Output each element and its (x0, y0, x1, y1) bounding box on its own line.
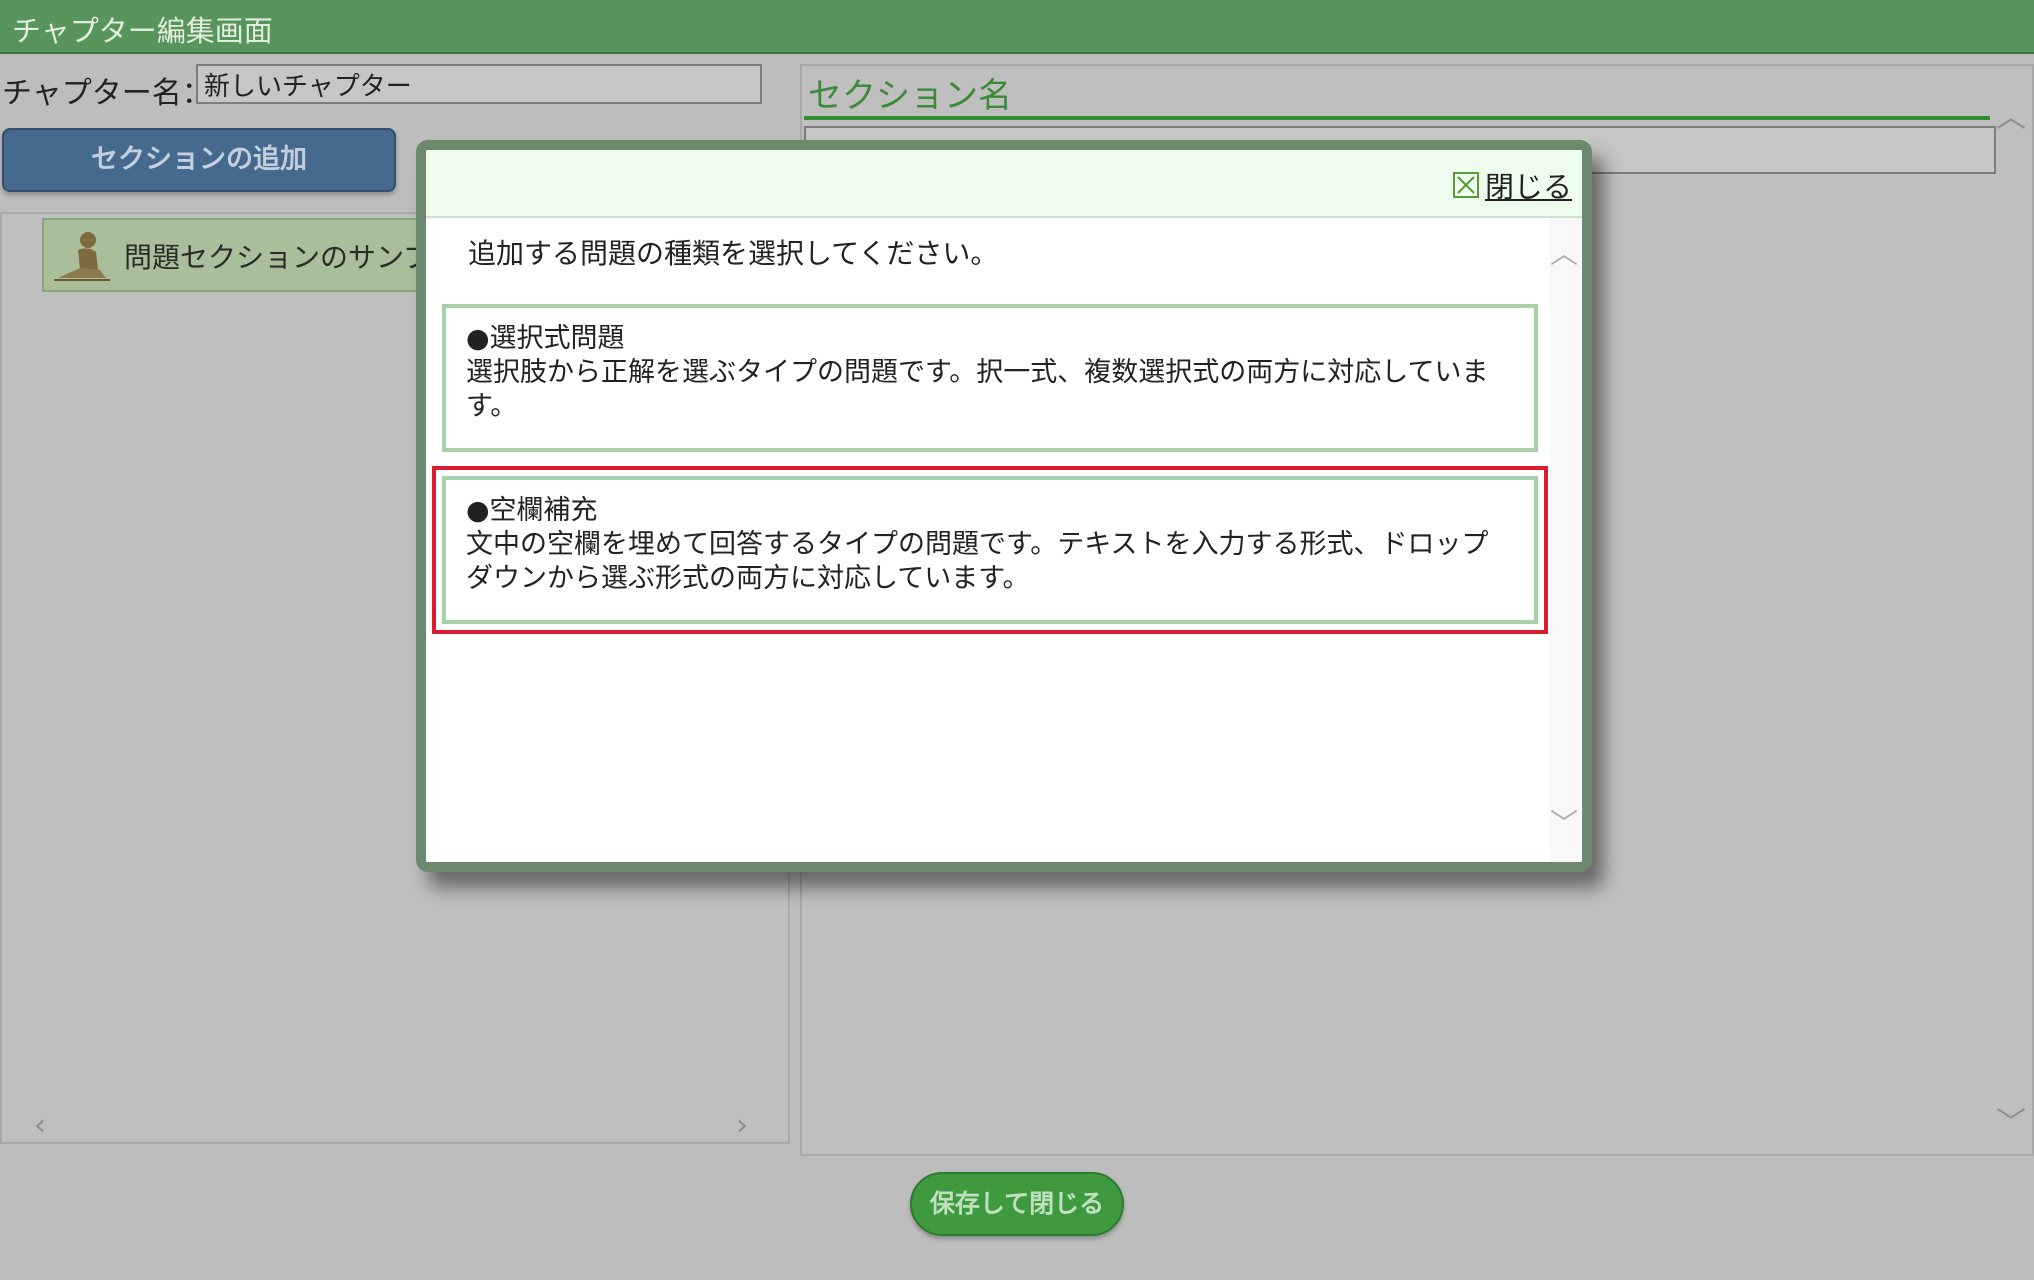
scroll-right-icon[interactable]: › (736, 1108, 748, 1143)
title-bar: チャプター編集画面 (0, 0, 2034, 54)
question-type-option-multiple-choice[interactable]: ●選択式問題 選択肢から正解を選ぶタイプの問題です。択一式、複数選択式の両方に対… (442, 304, 1538, 452)
option-title: ●選択式問題 (466, 323, 625, 354)
section-list-item[interactable]: 問題セクションのサンプ (42, 218, 442, 292)
add-section-button[interactable]: セクションの追加 (2, 128, 396, 192)
dialog-scrollbar[interactable]: ︿ ﹀ (1550, 218, 1582, 862)
question-type-dialog: 閉じる 追加する問題の種類を選択してください。 ●選択式問題 選択肢から正解を選… (416, 140, 1592, 872)
save-and-close-button[interactable]: 保存して閉じる (910, 1172, 1124, 1236)
window-title: チャプター編集画面 (12, 14, 273, 48)
person-writing-icon (54, 232, 110, 281)
heading-divider (804, 116, 1990, 120)
section-name-heading: セクション名 (808, 76, 1012, 116)
chapter-name-input[interactable] (196, 64, 762, 104)
scroll-up-icon[interactable]: ︿ (1996, 92, 2026, 136)
option-description: 文中の空欄を埋めて回答するタイプの問題です。テキストを入力する形式、ドロップダウ… (466, 529, 1489, 594)
scroll-up-icon[interactable]: ︿ (1550, 232, 1578, 272)
dialog-close-link[interactable]: 閉じる (1452, 164, 1572, 206)
dialog-instruction: 追加する問題の種類を選択してください。 (468, 237, 999, 270)
chapter-name-label: チャプター名： (2, 76, 212, 111)
question-type-option-fill-in-blank[interactable]: ●空欄補充 文中の空欄を埋めて回答するタイプの問題です。テキストを入力する形式、… (442, 476, 1538, 624)
scroll-left-icon[interactable]: ‹ (34, 1108, 46, 1143)
dialog-body: 追加する問題の種類を選択してください。 ●選択式問題 選択肢から正解を選ぶタイプ… (426, 218, 1550, 862)
option-title: ●空欄補充 (466, 495, 598, 526)
scroll-down-icon[interactable]: ﹀ (1996, 1098, 2026, 1142)
close-label: 閉じる (1484, 170, 1572, 204)
section-item-label: 問題セクションのサンプ (124, 241, 432, 274)
option-description: 選択肢から正解を選ぶタイプの問題です。択一式、複数選択式の両方に対応しています。 (466, 357, 1489, 422)
close-icon (1452, 172, 1479, 198)
dialog-header: 閉じる (426, 150, 1582, 218)
scroll-down-icon[interactable]: ﹀ (1550, 802, 1578, 842)
